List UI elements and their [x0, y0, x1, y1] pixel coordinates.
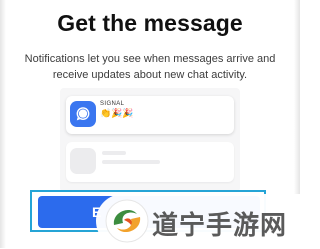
dialog-title: Get the message — [57, 10, 243, 36]
chat-bubble-icon — [76, 107, 90, 121]
notification-app-name: SIGNAL — [100, 101, 125, 107]
placeholder-avatar — [70, 148, 96, 174]
placeholder-line-long — [102, 160, 160, 164]
left-edge-shadow — [0, 0, 6, 248]
dialog-description: Notifications let you see when messages … — [24, 53, 276, 81]
watermark-text: 道宁手游网 — [152, 211, 288, 241]
notification-message: 👏🎉🎉 — [100, 109, 134, 119]
swirl-logo-icon — [104, 198, 150, 249]
placeholder-line-short — [102, 151, 126, 155]
signal-app-icon — [70, 101, 96, 127]
notification-permission-screen: Get the message Notifications let you se… — [0, 0, 300, 248]
